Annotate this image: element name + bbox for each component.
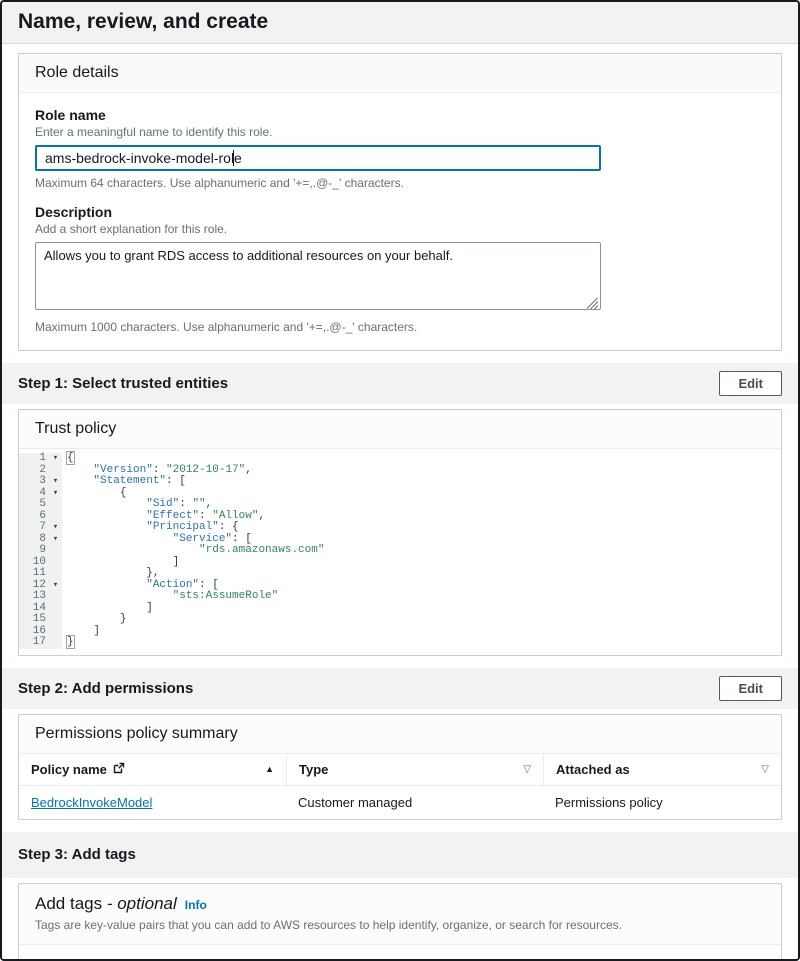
- policy-name-cell: BedrockInvokeModel: [19, 786, 286, 819]
- description-hint: Add a short explanation for this role.: [35, 222, 765, 236]
- fold-gutter: [49, 591, 62, 603]
- fold-gutter: [49, 626, 62, 638]
- tags-card: Add tags - optional Info Tags are key-va…: [18, 883, 782, 961]
- fold-gutter: [49, 637, 62, 649]
- policy-link[interactable]: BedrockInvokeModel: [31, 795, 152, 810]
- step1-title: Step 1: Select trusted entities: [18, 375, 228, 392]
- fold-gutter: [49, 557, 62, 569]
- fold-gutter: [49, 499, 62, 511]
- fold-gutter: [49, 603, 62, 615]
- permissions-section: Permissions policy summary Policy name ▲…: [2, 709, 798, 832]
- code-line: 15 }: [19, 614, 781, 626]
- line-number: 3: [19, 476, 49, 488]
- step2-title: Step 2: Add permissions: [18, 680, 193, 697]
- line-number: 9: [19, 545, 49, 557]
- permissions-card: Permissions policy summary Policy name ▲…: [18, 714, 782, 820]
- code-text: }: [62, 637, 74, 649]
- role-name-label: Role name: [35, 107, 765, 123]
- fold-toggle-icon[interactable]: ▾: [49, 534, 62, 546]
- line-number: 7: [19, 522, 49, 534]
- code-text: "sts:AssumeRole": [62, 591, 278, 603]
- filter-icon: ▽: [761, 764, 769, 775]
- sort-ascending-icon: ▲: [265, 764, 274, 774]
- code-line: 13 "sts:AssumeRole": [19, 591, 781, 603]
- role-name-constraint: Maximum 64 characters. Use alphanumeric …: [35, 176, 765, 190]
- page: Name, review, and create Role details Ro…: [0, 0, 800, 961]
- step1-header: Step 1: Select trusted entities Edit: [2, 363, 798, 404]
- tags-section: Add tags - optional Info Tags are key-va…: [2, 878, 798, 961]
- line-number: 5: [19, 499, 49, 511]
- code-line: 11 },: [19, 568, 781, 580]
- code-line: 14 ]: [19, 603, 781, 615]
- trust-policy-card-header: Trust policy: [19, 410, 781, 449]
- line-number: 1: [19, 453, 49, 465]
- column-header-type[interactable]: Type ▽: [286, 754, 543, 786]
- fold-toggle-icon[interactable]: ▾: [49, 580, 62, 592]
- trust-policy-code[interactable]: 1▾{2 "Version": "2012-10-17",3▾ "Stateme…: [19, 449, 781, 655]
- fold-gutter: [49, 545, 62, 557]
- fold-toggle-icon[interactable]: ▾: [49, 488, 62, 500]
- role-name-input[interactable]: [35, 145, 601, 171]
- column-header-policy-name[interactable]: Policy name ▲: [19, 754, 286, 786]
- line-number: 17: [19, 637, 49, 649]
- policy-type-cell: Customer managed: [286, 786, 543, 819]
- fold-gutter: [49, 511, 62, 523]
- description-label: Description: [35, 204, 765, 220]
- info-link[interactable]: Info: [185, 898, 207, 912]
- step1-edit-button[interactable]: Edit: [719, 371, 782, 396]
- line-number: 13: [19, 591, 49, 603]
- code-text: {: [62, 453, 74, 465]
- tags-card-header: Add tags - optional Info Tags are key-va…: [19, 884, 781, 945]
- trust-policy-section: Trust policy 1▾{2 "Version": "2012-10-17…: [2, 404, 798, 668]
- tags-card-body: No tags associated with the resource. Ad…: [19, 945, 781, 961]
- permissions-heading: Permissions policy summary: [35, 725, 765, 743]
- fold-gutter: [49, 568, 62, 580]
- code-text: "rds.amazonaws.com": [62, 545, 324, 557]
- role-details-heading: Role details: [35, 64, 765, 82]
- code-line: 3▾ "Statement": [: [19, 476, 781, 488]
- tags-heading: Add tags - optional: [35, 894, 177, 914]
- attached-as-cell: Permissions policy: [543, 786, 781, 819]
- code-line: 5 "Sid": "",: [19, 499, 781, 511]
- line-number: 15: [19, 614, 49, 626]
- code-line: 16 ]: [19, 626, 781, 638]
- step3-header: Step 3: Add tags: [2, 832, 798, 878]
- permissions-table: Policy name ▲ Type ▽ Attached as: [19, 754, 781, 819]
- fold-gutter: [49, 465, 62, 477]
- step3-title: Step 3: Add tags: [18, 846, 136, 863]
- code-line: 17}: [19, 637, 781, 649]
- column-header-attached-as[interactable]: Attached as ▽: [543, 754, 781, 786]
- table-header-row: Policy name ▲ Type ▽ Attached as: [19, 754, 781, 786]
- step2-edit-button[interactable]: Edit: [719, 676, 782, 701]
- code-text: },: [62, 568, 159, 580]
- role-details-card-header: Role details: [19, 54, 781, 93]
- step2-header: Step 2: Add permissions Edit: [2, 668, 798, 709]
- table-row: BedrockInvokeModel Customer managed Perm…: [19, 786, 781, 819]
- description-constraint: Maximum 1000 characters. Use alphanumeri…: [35, 320, 765, 334]
- role-details-section: Role details Role name Enter a meaningfu…: [2, 44, 798, 363]
- fold-toggle-icon[interactable]: ▾: [49, 476, 62, 488]
- role-details-card-body: Role name Enter a meaningful name to ide…: [19, 93, 781, 350]
- trust-policy-heading: Trust policy: [35, 420, 765, 438]
- role-details-card: Role details Role name Enter a meaningfu…: [18, 53, 782, 351]
- filter-icon: ▽: [523, 764, 531, 775]
- external-link-icon: [113, 762, 125, 777]
- fold-toggle-icon[interactable]: ▾: [49, 522, 62, 534]
- trust-policy-card: Trust policy 1▾{2 "Version": "2012-10-17…: [18, 409, 782, 656]
- code-line: 9 "rds.amazonaws.com": [19, 545, 781, 557]
- tags-description: Tags are key-value pairs that you can ad…: [35, 918, 765, 932]
- role-name-hint: Enter a meaningful name to identify this…: [35, 125, 765, 139]
- line-number: 11: [19, 568, 49, 580]
- permissions-card-header: Permissions policy summary: [19, 715, 781, 754]
- fold-gutter: [49, 614, 62, 626]
- page-title: Name, review, and create: [18, 10, 782, 34]
- code-line: 7▾ "Principal": {: [19, 522, 781, 534]
- fold-toggle-icon[interactable]: ▾: [49, 453, 62, 465]
- page-header: Name, review, and create: [2, 2, 798, 44]
- description-textarea[interactable]: Allows you to grant RDS access to additi…: [35, 242, 601, 310]
